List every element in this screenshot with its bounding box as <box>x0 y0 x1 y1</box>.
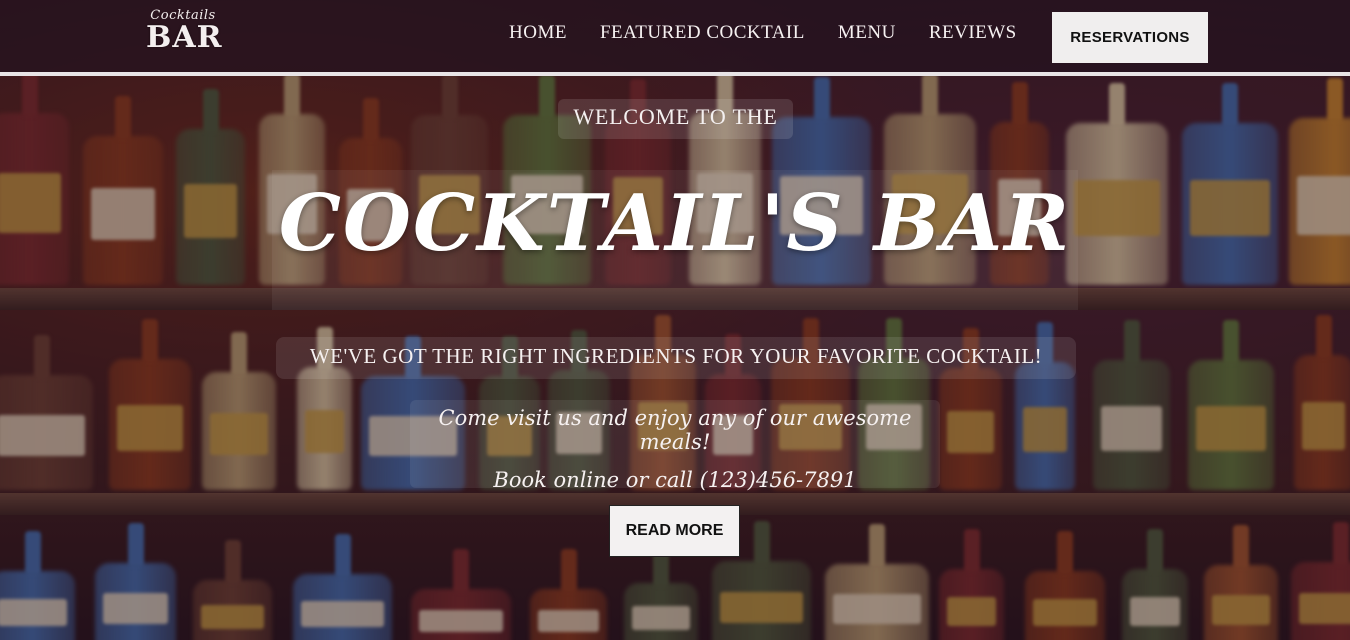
nav-link-reviews[interactable]: REVIEWS <box>929 22 1017 44</box>
hero-welcome-text: WELCOME TO THE <box>558 99 793 139</box>
main-nav: HOME FEATURED COCKTAIL MENU REVIEWS <box>509 22 1050 44</box>
hero-subtitle: WE'VE GOT THE RIGHT INGREDIENTS FOR YOUR… <box>276 337 1076 379</box>
nav-link-menu[interactable]: MENU <box>838 22 896 44</box>
hero-contact-line: Book online or call (123)456-7891 <box>493 468 857 492</box>
reservations-button[interactable]: RESERVATIONS <box>1052 12 1208 63</box>
top-navigation-bar: Cocktails BAR HOME FEATURED COCKTAIL MEN… <box>0 0 1350 76</box>
logo-big-text: BAR <box>146 20 223 55</box>
hero-title-panel: COCKTAIL'S BAR <box>272 170 1078 310</box>
hero-info-line: Come visit us and enjoy any of our aweso… <box>438 406 912 454</box>
nav-link-featured-cocktail[interactable]: FEATURED COCKTAIL <box>600 22 805 44</box>
read-more-button[interactable]: READ MORE <box>609 505 740 557</box>
hero-info-panel: Come visit us and enjoy any of our aweso… <box>410 400 940 492</box>
hero-title: COCKTAIL'S BAR <box>278 178 1072 269</box>
site-logo[interactable]: Cocktails BAR <box>146 8 223 64</box>
nav-link-home[interactable]: HOME <box>509 22 567 44</box>
